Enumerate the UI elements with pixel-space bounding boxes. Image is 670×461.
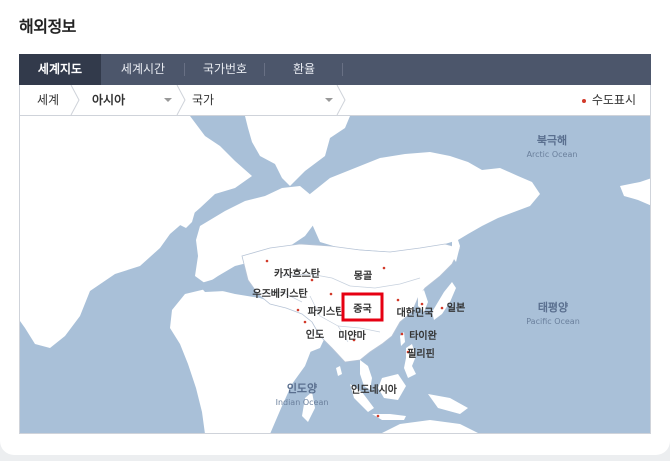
capital-dot-icon <box>581 98 586 103</box>
country-label-mongolia[interactable]: 몽골 <box>354 270 372 282</box>
selected-country-marker[interactable]: 중국 <box>341 292 384 322</box>
capital-dot-icon <box>376 414 380 418</box>
ocean-label-indian-en: Indian Ocean <box>276 398 329 407</box>
ocean-label-pacific: 태평양 <box>538 300 568 314</box>
chevron-down-icon[interactable] <box>164 98 172 102</box>
capital-dot-icon <box>440 306 444 310</box>
tab-exchange-rate[interactable]: 환율 <box>265 54 343 85</box>
ocean-label-arctic-en: Arctic Ocean <box>527 150 578 159</box>
map-canvas: 북극해 Arctic Ocean 태평양 Pacific Ocean 인도양 I… <box>20 116 650 433</box>
tab-bar: 세계지도 세계시간 국가번호 환율 <box>19 54 651 85</box>
capital-toggle-label: 수도표시 <box>591 93 636 107</box>
capital-dot-icon <box>396 298 400 302</box>
capital-dot-icon <box>296 308 300 312</box>
region-select[interactable]: 아시아 <box>92 85 125 115</box>
capital-dot-icon <box>400 332 404 336</box>
tab-world-time[interactable]: 세계시간 <box>101 54 185 85</box>
country-label-taiwan[interactable]: 타이완 <box>409 329 437 342</box>
tab-label: 세계시간 <box>120 62 166 76</box>
ocean-label-pacific-en: Pacific Ocean <box>526 317 580 326</box>
country-select[interactable]: 국가 <box>192 85 214 115</box>
capital-dot-icon <box>329 292 333 296</box>
tab-country-code[interactable]: 국가번호 <box>185 54 265 85</box>
country-label-kazakhstan[interactable]: 카자흐스탄 <box>274 267 321 280</box>
overseas-info-panel: 해외정보 세계지도 세계시간 국가번호 환율 세계 아시아 국가 수도표시 북극… <box>0 0 670 455</box>
country-label-china: 중국 <box>353 303 371 315</box>
country-label-indonesia[interactable]: 인도네시아 <box>351 383 398 396</box>
ocean-label-arctic: 북극해 <box>537 133 567 147</box>
breadcrumb-separator-icon <box>176 85 186 115</box>
breadcrumb-separator-icon <box>336 85 346 115</box>
world-map[interactable]: 북극해 Arctic Ocean 태평양 Pacific Ocean 인도양 I… <box>19 116 651 434</box>
country-label-myanmar[interactable]: 미얀마 <box>338 329 366 342</box>
country-label-japan[interactable]: 일본 <box>447 301 465 314</box>
capital-toggle[interactable]: 수도표시 <box>581 85 636 115</box>
capital-dot-icon <box>303 320 307 324</box>
breadcrumb-world[interactable]: 세계 <box>37 85 59 115</box>
capital-dot-icon <box>382 266 386 270</box>
capital-dot-icon <box>420 302 424 306</box>
tab-label: 국가번호 <box>202 62 248 76</box>
country-label-pakistan[interactable]: 파키스탄 <box>308 305 346 318</box>
country-label-uzbekistan[interactable]: 우즈베키스탄 <box>252 287 308 300</box>
ocean-label-indian: 인도양 <box>287 381 317 395</box>
tab-world-map[interactable]: 세계지도 <box>19 54 101 85</box>
tab-divider <box>342 63 343 76</box>
page-title: 해외정보 <box>19 17 76 36</box>
country-label-philippines[interactable]: 필리핀 <box>407 347 435 360</box>
breadcrumb: 세계 아시아 국가 수도표시 <box>19 85 651 116</box>
tab-label: 환율 <box>292 62 316 76</box>
capital-dot-icon <box>265 259 269 263</box>
country-label-india[interactable]: 인도 <box>306 328 324 341</box>
breadcrumb-separator-icon <box>70 85 80 115</box>
tab-label: 세계지도 <box>37 62 83 76</box>
chevron-down-icon[interactable] <box>325 98 333 102</box>
country-label-korea[interactable]: 대한민국 <box>397 306 434 319</box>
